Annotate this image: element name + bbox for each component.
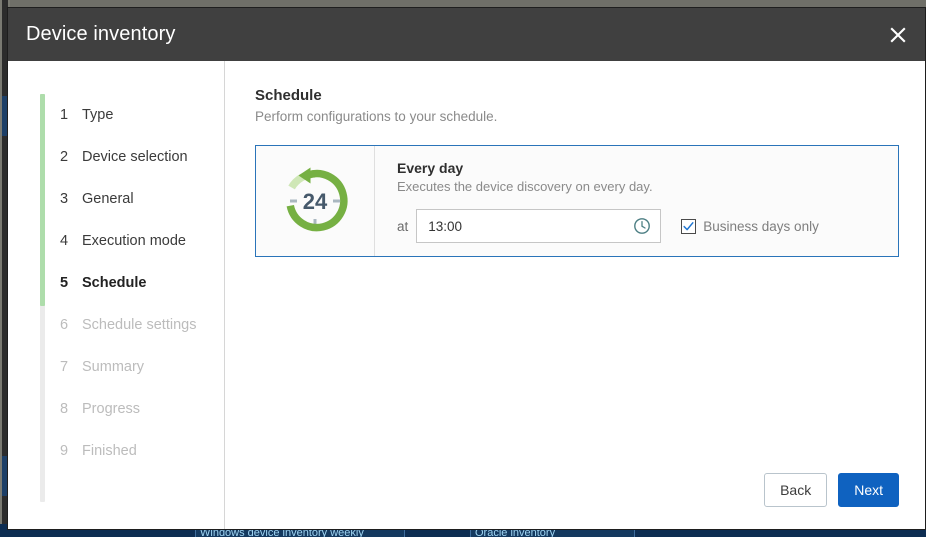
close-icon [890, 26, 906, 43]
step-label: Type [82, 107, 114, 123]
step-number: 8 [60, 401, 69, 417]
close-button[interactable] [871, 8, 925, 61]
step-label: Device selection [82, 149, 188, 165]
wizard-main-panel: Schedule Perform configurations to your … [225, 61, 925, 529]
page-title: Schedule [255, 87, 322, 104]
step-label: Execution mode [82, 233, 186, 249]
step-number: 2 [60, 149, 69, 165]
step-number: 6 [60, 317, 69, 333]
page-subtitle: Perform configurations to your schedule. [255, 109, 498, 124]
step-number: 1 [60, 107, 69, 123]
sidebar-step-execution-mode[interactable]: 4 Execution mode [60, 220, 220, 262]
step-number: 9 [60, 443, 69, 459]
step-label: Schedule [82, 275, 147, 291]
step-number: 5 [60, 275, 69, 291]
step-number: 7 [60, 359, 69, 375]
dialog-titlebar: Device inventory [8, 8, 925, 61]
dialog-footer: Back Next [255, 473, 899, 529]
schedule-card-description: Executes the device discovery on every d… [397, 179, 653, 194]
schedule-time-row: at 13:00 Business days only [397, 209, 898, 243]
step-label: Summary [82, 359, 145, 375]
dialog-body: 1 Type 2 Device selection 3 General 4 Ex… [8, 61, 925, 529]
at-label: at [397, 218, 409, 234]
clock-icon[interactable] [633, 217, 651, 235]
back-button[interactable]: Back [764, 473, 828, 507]
step-progress-rail [40, 94, 45, 502]
sidebar-step-schedule[interactable]: 5 Schedule [60, 262, 220, 304]
schedule-card-content: Every day Executes the device discovery … [375, 146, 898, 256]
sidebar-step-type[interactable]: 1 Type [60, 94, 220, 136]
wizard-step-list: 1 Type 2 Device selection 3 General 4 Ex… [60, 94, 220, 472]
next-button[interactable]: Next [838, 473, 899, 507]
time-input[interactable] [428, 218, 634, 234]
sidebar-step-schedule-settings: 6 Schedule settings [60, 304, 220, 346]
time-field[interactable] [416, 209, 662, 243]
step-label: General [82, 191, 134, 207]
checkbox-label: Business days only [703, 218, 819, 234]
wizard-sidebar: 1 Type 2 Device selection 3 General 4 Ex… [8, 61, 225, 529]
step-number: 3 [60, 191, 69, 207]
checkmark-icon [683, 221, 694, 230]
sidebar-step-finished: 9 Finished [60, 430, 220, 472]
sidebar-step-summary: 7 Summary [60, 346, 220, 388]
checkbox-box[interactable] [681, 218, 697, 234]
schedule-icon-cell: 24 [256, 146, 375, 256]
svg-text:24: 24 [303, 189, 328, 214]
step-label: Progress [82, 401, 141, 417]
step-label: Schedule settings [82, 317, 197, 333]
business-days-only-checkbox[interactable]: Business days only [681, 218, 819, 234]
step-label: Finished [82, 443, 137, 459]
sidebar-step-device-selection[interactable]: 2 Device selection [60, 136, 220, 178]
schedule-card-title: Every day [397, 160, 464, 176]
sidebar-step-general[interactable]: 3 General [60, 178, 220, 220]
device-inventory-dialog: Device inventory 1 Type 2 Device selecti… [7, 7, 926, 530]
sidebar-step-progress: 8 Progress [60, 388, 220, 430]
step-progress-fill [40, 94, 45, 306]
dialog-title: Device inventory [26, 23, 176, 45]
step-number: 4 [60, 233, 69, 249]
every-day-recurrence-icon: 24 [286, 167, 348, 232]
schedule-option-card[interactable]: 24 Every day Executes the device discove… [255, 145, 899, 257]
